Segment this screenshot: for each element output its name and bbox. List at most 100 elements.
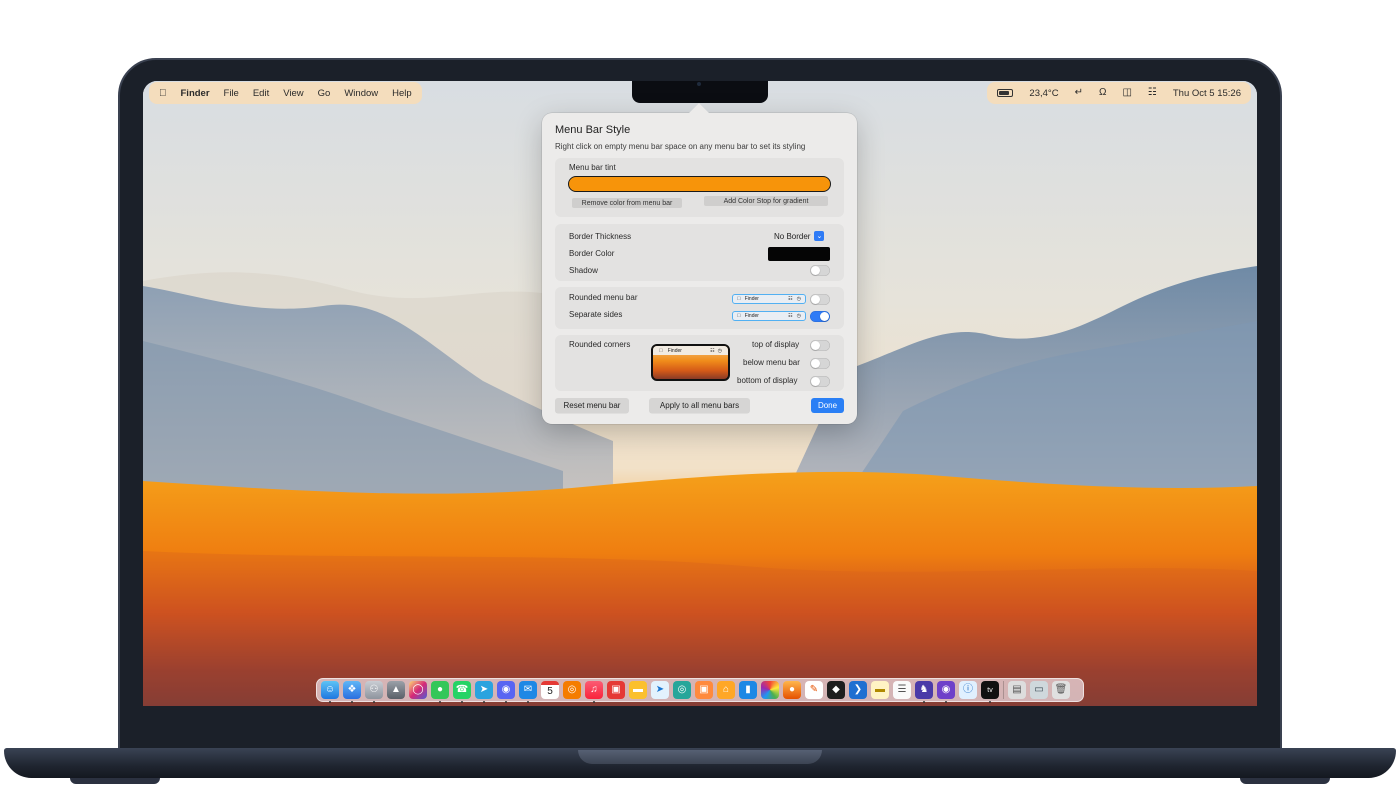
overcast-icon[interactable]: ◎ xyxy=(563,681,581,699)
done-button[interactable]: Done xyxy=(811,398,844,413)
safari-icon[interactable]: ❖ xyxy=(343,681,361,703)
add-color-stop-button[interactable]: Add Color Stop for gradient xyxy=(704,196,828,206)
corners-preview: Finder ☷◷ xyxy=(651,344,730,381)
trash-icon[interactable]: 🗑 xyxy=(1052,681,1070,699)
separate-sides-toggle[interactable] xyxy=(810,311,830,322)
preview-app-name: Finder xyxy=(664,347,682,354)
notes-icon[interactable]: ▬ xyxy=(871,681,889,699)
1password-icon[interactable]: ⓘ xyxy=(959,681,977,699)
preview-app-name: Finder xyxy=(741,313,759,319)
clock-icon: ◷ xyxy=(796,296,801,302)
astronaut-app-icon[interactable]: ♞ xyxy=(915,681,933,703)
chevron-down-icon: ⌄ xyxy=(814,231,825,241)
photo-booth-icon[interactable]: ▣ xyxy=(607,681,625,699)
reset-menu-bar-button[interactable]: Reset menu bar xyxy=(555,398,629,413)
top-of-display-label: top of display xyxy=(752,340,800,349)
box-app-icon[interactable]: ▣ xyxy=(695,681,713,699)
apple-menu-icon[interactable]:  xyxy=(159,88,167,99)
reminders-icon[interactable]: ☰ xyxy=(893,681,911,699)
tint-color-bar[interactable] xyxy=(568,176,831,192)
cyberduck-icon[interactable]: ▲ xyxy=(387,681,405,699)
bottom-of-display-toggle[interactable] xyxy=(810,376,830,387)
downloads-stack-icon[interactable]: ▤ xyxy=(1008,681,1026,699)
menu-file[interactable]: File xyxy=(224,88,239,99)
border-color-well[interactable] xyxy=(768,247,830,261)
shape-section: Rounded menu bar Finder ☷◷ Separate sid… xyxy=(555,287,844,329)
menu-view[interactable]: View xyxy=(283,88,303,99)
instagram-icon[interactable]: ◯ xyxy=(409,681,427,699)
rounded-menu-bar-label: Rounded menu bar xyxy=(569,293,638,302)
separate-preview: Finder ☷◷ xyxy=(732,311,806,321)
menu-app-name[interactable]: Finder xyxy=(181,88,210,99)
control-center-icon: ☷ xyxy=(788,313,793,319)
dock-separator xyxy=(1003,681,1004,699)
battery-icon[interactable] xyxy=(997,89,1014,97)
messages-icon[interactable]: ● xyxy=(431,681,449,703)
documents-stack-icon[interactable]: ▭ xyxy=(1030,681,1048,699)
apple-tv-icon[interactable]: tv xyxy=(981,681,999,703)
separate-sides-label: Separate sides xyxy=(569,310,623,319)
camera-notch xyxy=(632,81,768,103)
home-icon[interactable]: ⌂ xyxy=(717,681,735,699)
sliders-icon[interactable]: ▬ xyxy=(629,681,647,699)
tint-section: Menu bar tint Remove color from menu bar… xyxy=(555,158,844,217)
control-center-icon: ☷ xyxy=(788,296,793,302)
bookmark-icon[interactable]: ▮ xyxy=(739,681,757,699)
below-menu-bar-toggle[interactable] xyxy=(810,358,830,369)
menu-edit[interactable]: Edit xyxy=(253,88,269,99)
maps-icon[interactable]: ➤ xyxy=(651,681,669,699)
screen-mirror-icon[interactable]: ↵ xyxy=(1075,88,1083,98)
macos-wallpaper-icon[interactable]: ● xyxy=(783,681,801,699)
finder-icon[interactable]: ☺ xyxy=(321,681,339,703)
border-color-label: Border Color xyxy=(569,249,615,258)
camera-icon xyxy=(697,82,701,86)
control-center-icon: ☷ xyxy=(710,347,715,354)
top-of-display-toggle[interactable] xyxy=(810,340,830,351)
whatsapp-icon[interactable]: ☎ xyxy=(453,681,471,703)
clock-icon: ◷ xyxy=(796,313,801,319)
preview-app-icon[interactable]: ⚇ xyxy=(365,681,383,703)
border-section: Border Thickness No Border ⌄ Border Colo… xyxy=(555,224,844,281)
figma-icon[interactable]: ◆ xyxy=(827,681,845,699)
below-menu-bar-label: below menu bar xyxy=(743,358,800,367)
window-layout-icon[interactable]: ◫ xyxy=(1122,88,1131,98)
headphones-icon[interactable]: Ω xyxy=(1099,88,1106,98)
apple-tv-label: tv xyxy=(987,686,993,694)
discord-icon[interactable]: ◉ xyxy=(497,681,515,703)
apply-all-button[interactable]: Apply to all menu bars xyxy=(649,398,750,413)
laptop-hinge-lip xyxy=(578,750,822,764)
corners-section: Rounded corners Finder ☷◷ top of displa… xyxy=(555,335,844,391)
clock[interactable]: Thu Oct 5 15:26 xyxy=(1173,88,1241,99)
menu-go[interactable]: Go xyxy=(318,88,331,99)
laptop-bottom-bezel xyxy=(143,706,1257,722)
laptop-foot-left xyxy=(70,778,160,784)
menu-bar-left:  Finder File Edit View Go Window Help xyxy=(149,82,422,104)
calendar-icon[interactable]: 5 xyxy=(541,681,559,699)
rounded-menu-bar-toggle[interactable] xyxy=(810,294,830,305)
control-center-icon[interactable]: ☷ xyxy=(1148,88,1157,98)
menu-bar-right: 23,4°C ↵ Ω ◫ ☷ Thu Oct 5 15:26 xyxy=(987,82,1251,104)
menu-help[interactable]: Help xyxy=(392,88,412,99)
remove-color-button[interactable]: Remove color from menu bar xyxy=(572,198,682,208)
photos-icon[interactable] xyxy=(761,681,779,699)
globe-icon[interactable]: ◎ xyxy=(673,681,691,699)
github-icon[interactable]: ◉ xyxy=(937,681,955,703)
shadow-toggle[interactable] xyxy=(810,265,830,276)
telegram-icon[interactable]: ➤ xyxy=(475,681,493,703)
mail-icon[interactable]: ✉ xyxy=(519,681,537,703)
rounded-corners-label: Rounded corners xyxy=(569,340,631,349)
rounded-preview: Finder ☷◷ xyxy=(732,294,806,304)
vscode-icon[interactable]: ❯ xyxy=(849,681,867,699)
border-thickness-label: Border Thickness xyxy=(569,232,632,241)
border-thickness-select[interactable]: No Border ⌄ xyxy=(774,231,825,241)
tint-label: Menu bar tint xyxy=(569,163,616,172)
border-thickness-value: No Border xyxy=(774,231,811,241)
temperature-status[interactable]: 23,4°C xyxy=(1029,88,1058,99)
paint-icon[interactable]: ✎ xyxy=(805,681,823,699)
preview-app-name: Finder xyxy=(741,296,759,302)
menu-window[interactable]: Window xyxy=(344,88,378,99)
popover-title: Menu Bar Style xyxy=(555,124,631,136)
popover-subtitle: Right click on empty menu bar space on a… xyxy=(555,142,806,151)
dock: ☺ ❖ ⚇ ▲ ◯ ● ☎ ➤ ◉ ✉ 5 ◎ ♫ ▣ ▬ ➤ ◎ ▣ ⌂ ▮ … xyxy=(316,678,1084,703)
music-icon[interactable]: ♫ xyxy=(585,681,603,703)
